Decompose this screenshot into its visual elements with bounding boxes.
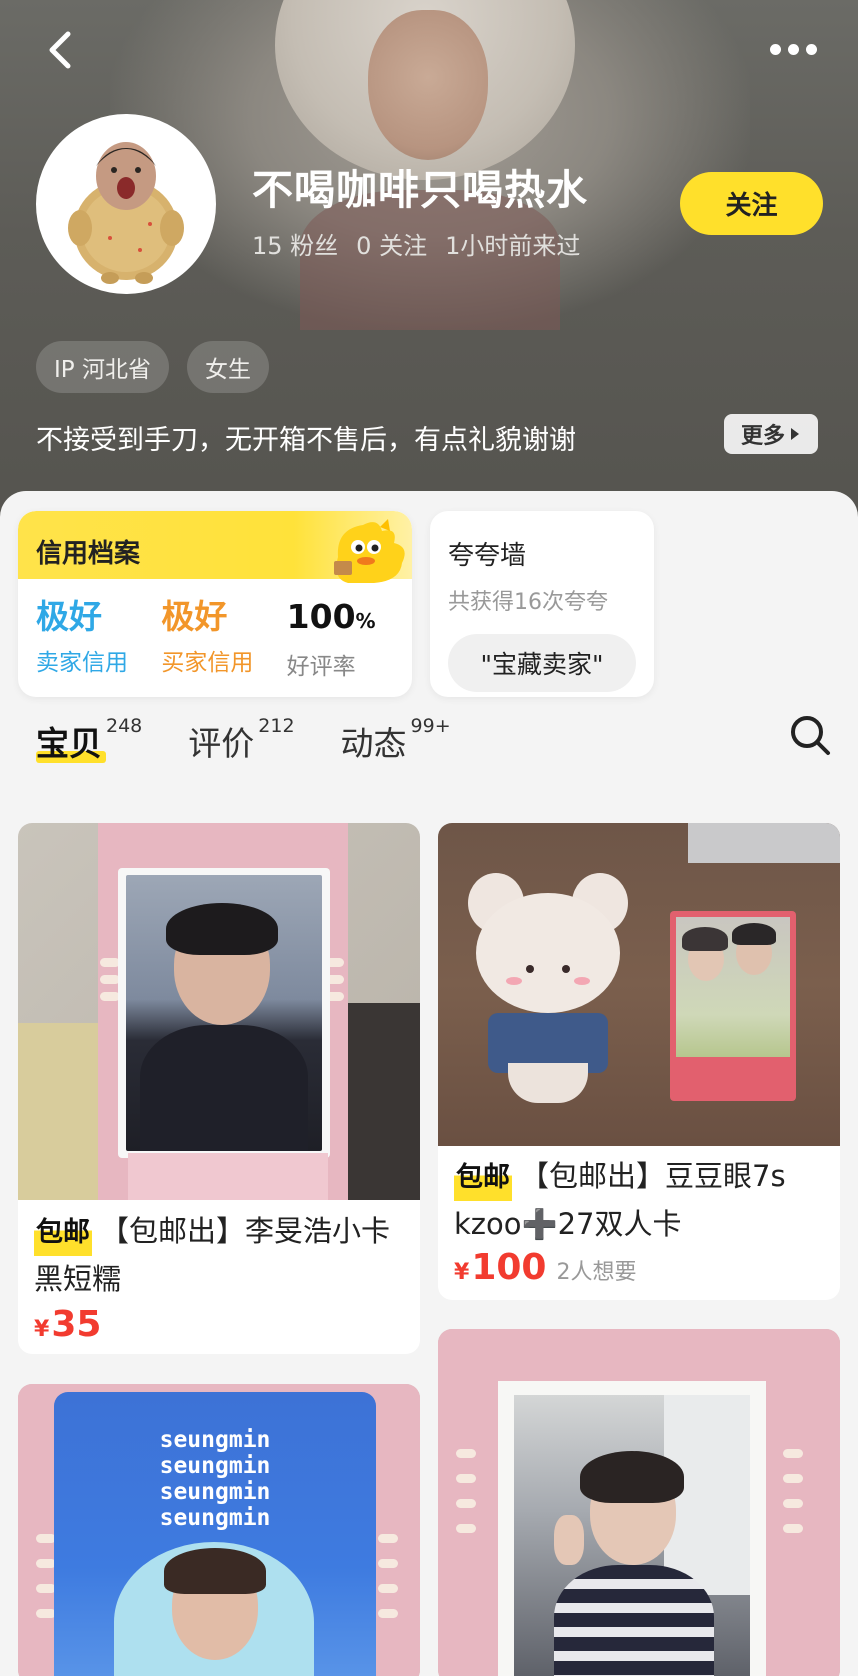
positive-rate: 100% 好评率 <box>287 597 412 681</box>
seller-bio: 不接受到手刀，无开箱不售后，有点礼貌谢谢 <box>36 425 576 456</box>
tag-gender: 女生 <box>186 341 269 393</box>
positive-rate-label: 好评率 <box>286 654 356 680</box>
want-count: 2人想要 <box>556 1260 637 1285</box>
product-card[interactable]: 包邮 【包邮出】李旻浩小卡 黑短糯 ¥35 <box>18 823 420 1354</box>
profile-tags: IP 河北省 女生 <box>36 341 269 393</box>
tab-items-count: 248 <box>106 715 143 737</box>
praise-wall-title: 夸夸墙 <box>448 541 527 571</box>
seller-credit-value: 极好 <box>36 597 102 636</box>
free-shipping-badge: 包邮 <box>454 1155 512 1201</box>
card-print-text: seungmin <box>159 1479 271 1505</box>
fans-count[interactable]: 15 粉丝 <box>252 226 338 261</box>
caret-right-icon <box>791 428 799 440</box>
praise-wall-card[interactable]: 夸夸墙 共获得16次夸夸 "宝藏卖家" <box>430 511 654 697</box>
buyer-credit-label: 买家信用 <box>161 650 254 676</box>
search-icon[interactable] <box>788 713 832 757</box>
product-image <box>18 823 420 1200</box>
tab-posts-label: 动态 <box>340 724 407 763</box>
seller-nickname: 不喝咖啡只喝热水 <box>252 166 588 214</box>
follow-button[interactable]: 关注 <box>680 172 823 235</box>
product-price: ¥35 <box>34 1304 102 1345</box>
product-image <box>438 823 840 1146</box>
product-card[interactable] <box>438 1329 840 1676</box>
praise-chip[interactable]: "宝藏卖家" <box>448 634 636 692</box>
tag-ip-location: IP 河北省 <box>36 341 169 393</box>
last-seen: 1小时前来过 <box>445 232 581 260</box>
product-price-value: 35 <box>51 1304 102 1345</box>
tab-reviews-label: 评价 <box>188 724 255 763</box>
free-shipping-badge: 包邮 <box>34 1210 92 1256</box>
bio-more-label: 更多 <box>740 424 785 449</box>
avatar[interactable] <box>36 114 216 294</box>
praise-wall-subtitle: 共获得16次夸夸 <box>448 590 608 615</box>
seller-credit: 极好 卖家信用 <box>36 597 161 681</box>
tab-posts-count: 99+ <box>410 715 451 737</box>
tab-reviews-count: 212 <box>258 715 295 737</box>
tab-reviews[interactable]: 评价 212 <box>188 715 295 765</box>
credit-profile-card[interactable]: 信用档案 极好 卖家信用 极好 买家信用 100% 好评率 <box>18 511 412 697</box>
product-price: ¥100 <box>454 1247 547 1288</box>
tab-posts[interactable]: 动态 99+ <box>340 715 451 765</box>
tab-items-label: 宝贝 <box>36 724 102 763</box>
seller-stats: 15 粉丝 0 关注 1小时前来过 <box>252 226 580 261</box>
card-print-text: seungmin <box>159 1505 271 1531</box>
product-image: seungmin seungmin seungmin seungmin <box>18 1384 420 1676</box>
product-card[interactable]: 包邮 【包邮出】豆豆眼7s kzoo➕27双人卡 ¥100 2人想要 <box>438 823 840 1300</box>
back-arrow-icon[interactable] <box>40 28 84 72</box>
more-options-icon[interactable] <box>770 36 822 62</box>
following-count[interactable]: 0 关注 <box>356 226 427 261</box>
product-price-value: 100 <box>471 1247 547 1288</box>
tab-items[interactable]: 宝贝 248 <box>36 715 143 765</box>
profile-header: 不喝咖啡只喝热水 15 粉丝 0 关注 1小时前来过 关注 IP 河北省 女生 … <box>0 0 858 520</box>
card-print-text: seungmin <box>159 1427 271 1453</box>
product-image <box>438 1329 840 1676</box>
positive-rate-value: 100 <box>286 597 356 636</box>
seller-credit-label: 卖家信用 <box>36 650 128 676</box>
content-panel: 信用档案 极好 卖家信用 极好 买家信用 100% 好评率 夸夸墙 共获得16次… <box>0 491 858 1676</box>
buyer-credit: 极好 买家信用 <box>161 597 286 681</box>
bio-more-button[interactable]: 更多 <box>724 414 818 454</box>
card-print-text: seungmin <box>159 1453 271 1479</box>
buyer-credit-value: 极好 <box>161 597 228 636</box>
positive-rate-suffix: % <box>355 609 376 633</box>
mascot-icon <box>334 519 405 583</box>
product-card[interactable]: seungmin seungmin seungmin seungmin <box>18 1384 420 1676</box>
tab-bar: 宝贝 248 评价 212 动态 99+ <box>36 715 451 765</box>
potato-avatar-icon <box>40 118 212 290</box>
